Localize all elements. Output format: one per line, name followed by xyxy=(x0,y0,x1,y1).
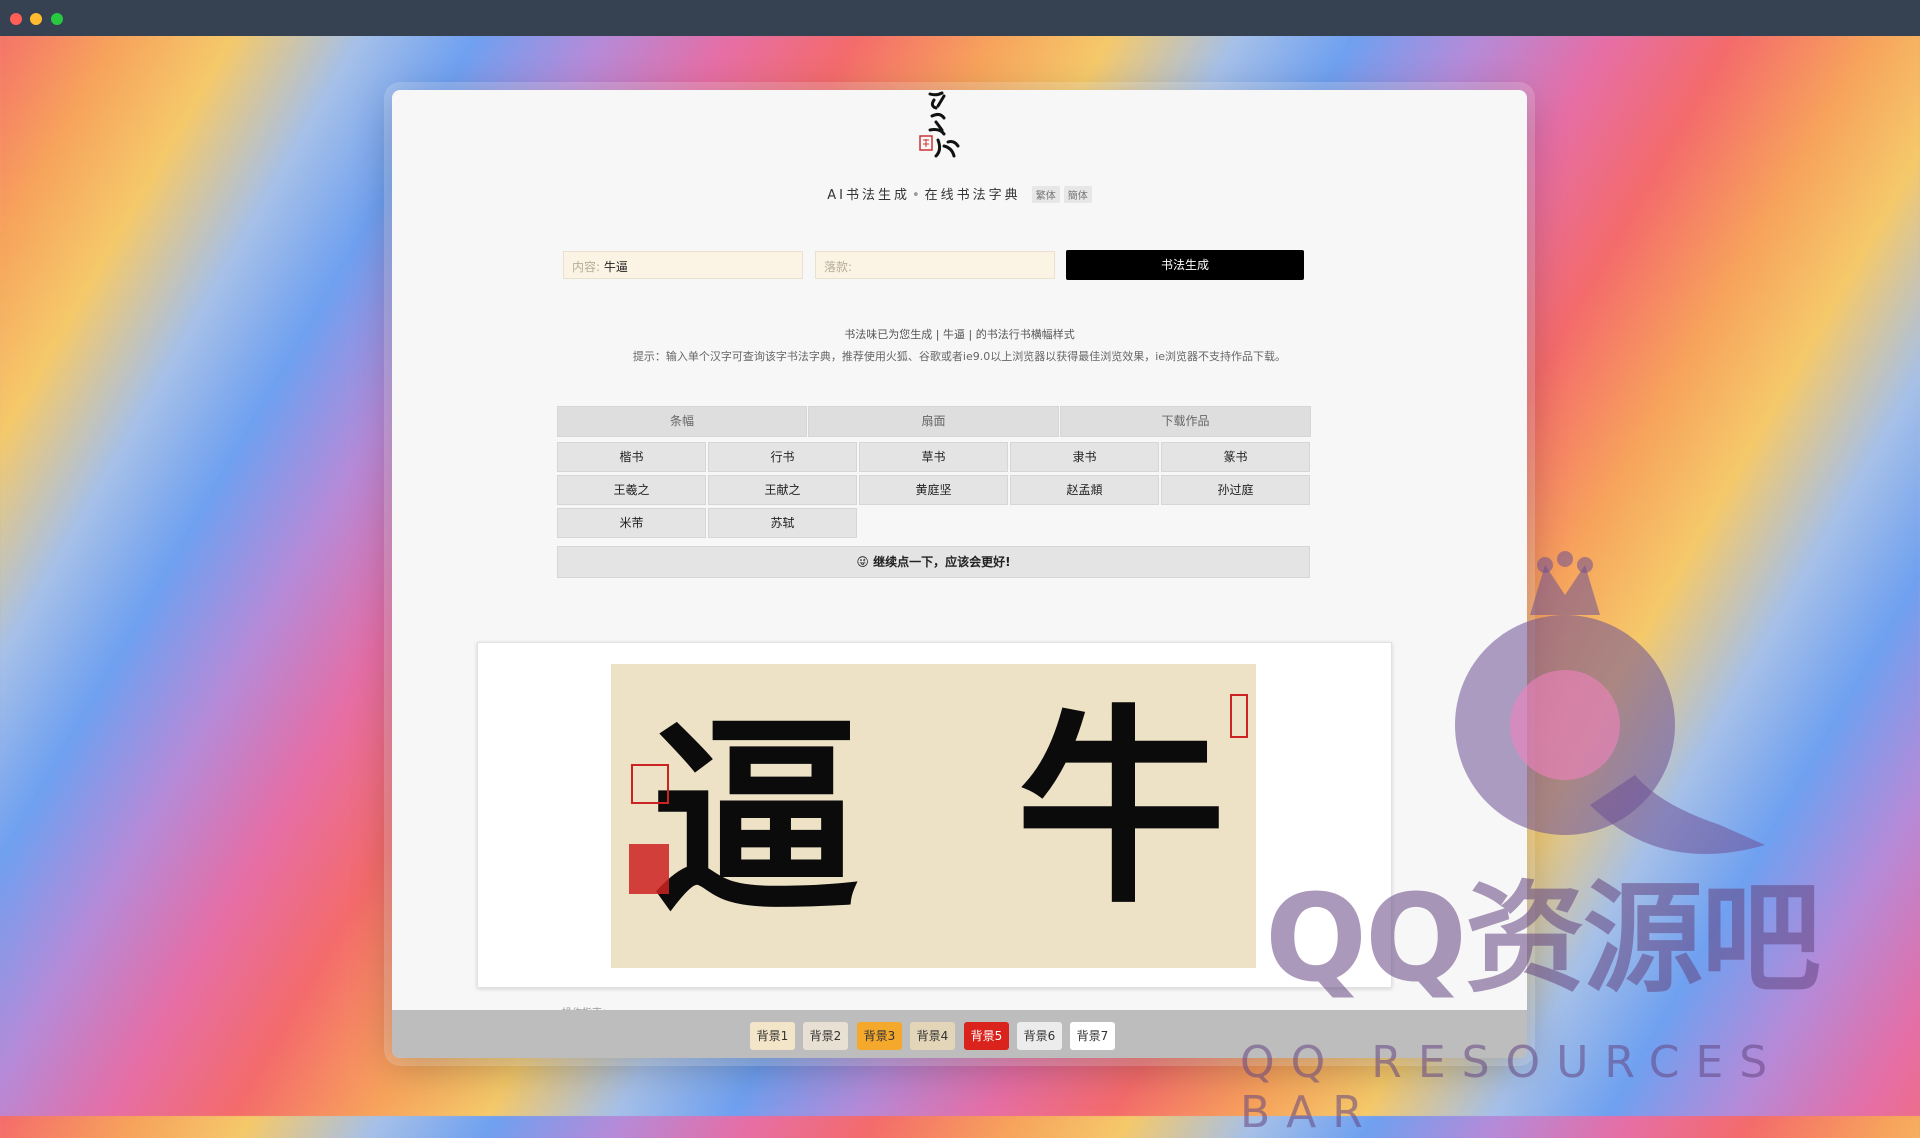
watermark-sub: QQ RESOURCES BAR xyxy=(1240,1037,1784,1138)
title-separator: • xyxy=(911,188,923,203)
artwork-seal-top-left xyxy=(631,764,669,804)
generation-notice: 书法味已为您生成 | 牛逼 | 的书法行书横幅样式 xyxy=(844,328,1075,341)
zoom-window-button[interactable] xyxy=(51,13,63,25)
traditional-toggle[interactable]: 繁体 xyxy=(1031,186,1060,203)
artwork-char-right: 牛 xyxy=(1016,685,1227,932)
background-6-button[interactable]: 背景6 xyxy=(1017,1022,1062,1050)
calligrapher-zhaomengfu-button[interactable]: 赵孟頫 xyxy=(1010,475,1159,505)
qq-logo-icon xyxy=(1455,551,1765,854)
generate-button[interactable]: 书法生成 xyxy=(1066,250,1304,280)
try-again-button[interactable]: 😜 继续点一下，应该会更好! xyxy=(557,546,1310,578)
artwork-seal-right xyxy=(1230,694,1248,738)
simplified-toggle[interactable]: 簡体 xyxy=(1063,186,1092,203)
site-title: AI书法生成 • 在线书法字典 繁体 簡体 xyxy=(392,184,1527,203)
tab-download-work[interactable]: 下载作品 xyxy=(1060,406,1311,437)
background-1-button[interactable]: 背景1 xyxy=(750,1022,795,1050)
background-3-button[interactable]: 背景3 xyxy=(857,1022,902,1050)
calligrapher-huangtingjian-button[interactable]: 黄庭坚 xyxy=(859,475,1008,505)
background-7-button[interactable]: 背景7 xyxy=(1070,1022,1115,1050)
calligrapher-sunguoting-button[interactable]: 孙过庭 xyxy=(1161,475,1310,505)
watermark-main: QQ资源吧 xyxy=(1265,870,1821,1009)
title-online-dictionary: 在线书法字典 xyxy=(924,188,1021,203)
artwork-char-left: 逼 xyxy=(651,695,862,942)
calligraphy-logo xyxy=(919,91,960,158)
style-caoshu-button[interactable]: 草书 xyxy=(859,442,1008,472)
style-zhuanshu-button[interactable]: 篆书 xyxy=(1161,442,1310,472)
content-input-value: 牛逼 xyxy=(603,260,628,274)
close-window-button[interactable] xyxy=(10,13,22,25)
calligrapher-wangxizhi-button[interactable]: 王羲之 xyxy=(557,475,706,505)
background-5-button[interactable]: 背景5 xyxy=(964,1022,1009,1050)
style-lishu-button[interactable]: 隶书 xyxy=(1010,442,1159,472)
signature-input[interactable]: 落款: xyxy=(815,251,1055,279)
tab-vertical-scroll[interactable]: 条幅 xyxy=(557,406,807,437)
content-input-label: 内容: xyxy=(572,260,601,274)
signature-input-label: 落款: xyxy=(824,260,853,274)
title-ai-calligraphy: AI书法生成 xyxy=(827,188,910,203)
style-kaishu-button[interactable]: 楷书 xyxy=(557,442,706,472)
artwork-seal-bottom-left xyxy=(629,844,669,894)
artwork-canvas: 逼 牛 xyxy=(611,664,1256,968)
title-bar xyxy=(0,0,1920,36)
tab-fan[interactable]: 扇面 xyxy=(808,406,1059,437)
usage-tip: 提示：输入单个汉字可查询该字书法字典，推荐使用火狐、谷歌或者ie9.0以上浏览器… xyxy=(632,350,1287,363)
calligrapher-wangxianzhi-button[interactable]: 王献之 xyxy=(708,475,857,505)
background-4-button[interactable]: 背景4 xyxy=(910,1022,955,1050)
background-2-button[interactable]: 背景2 xyxy=(803,1022,848,1050)
content-input[interactable]: 内容: 牛逼 xyxy=(563,251,803,279)
minimize-window-button[interactable] xyxy=(30,13,42,25)
calligrapher-mifu-button[interactable]: 米芾 xyxy=(557,508,706,538)
style-xingshu-button[interactable]: 行书 xyxy=(708,442,857,472)
calligrapher-sushi-button[interactable]: 苏轼 xyxy=(708,508,857,538)
